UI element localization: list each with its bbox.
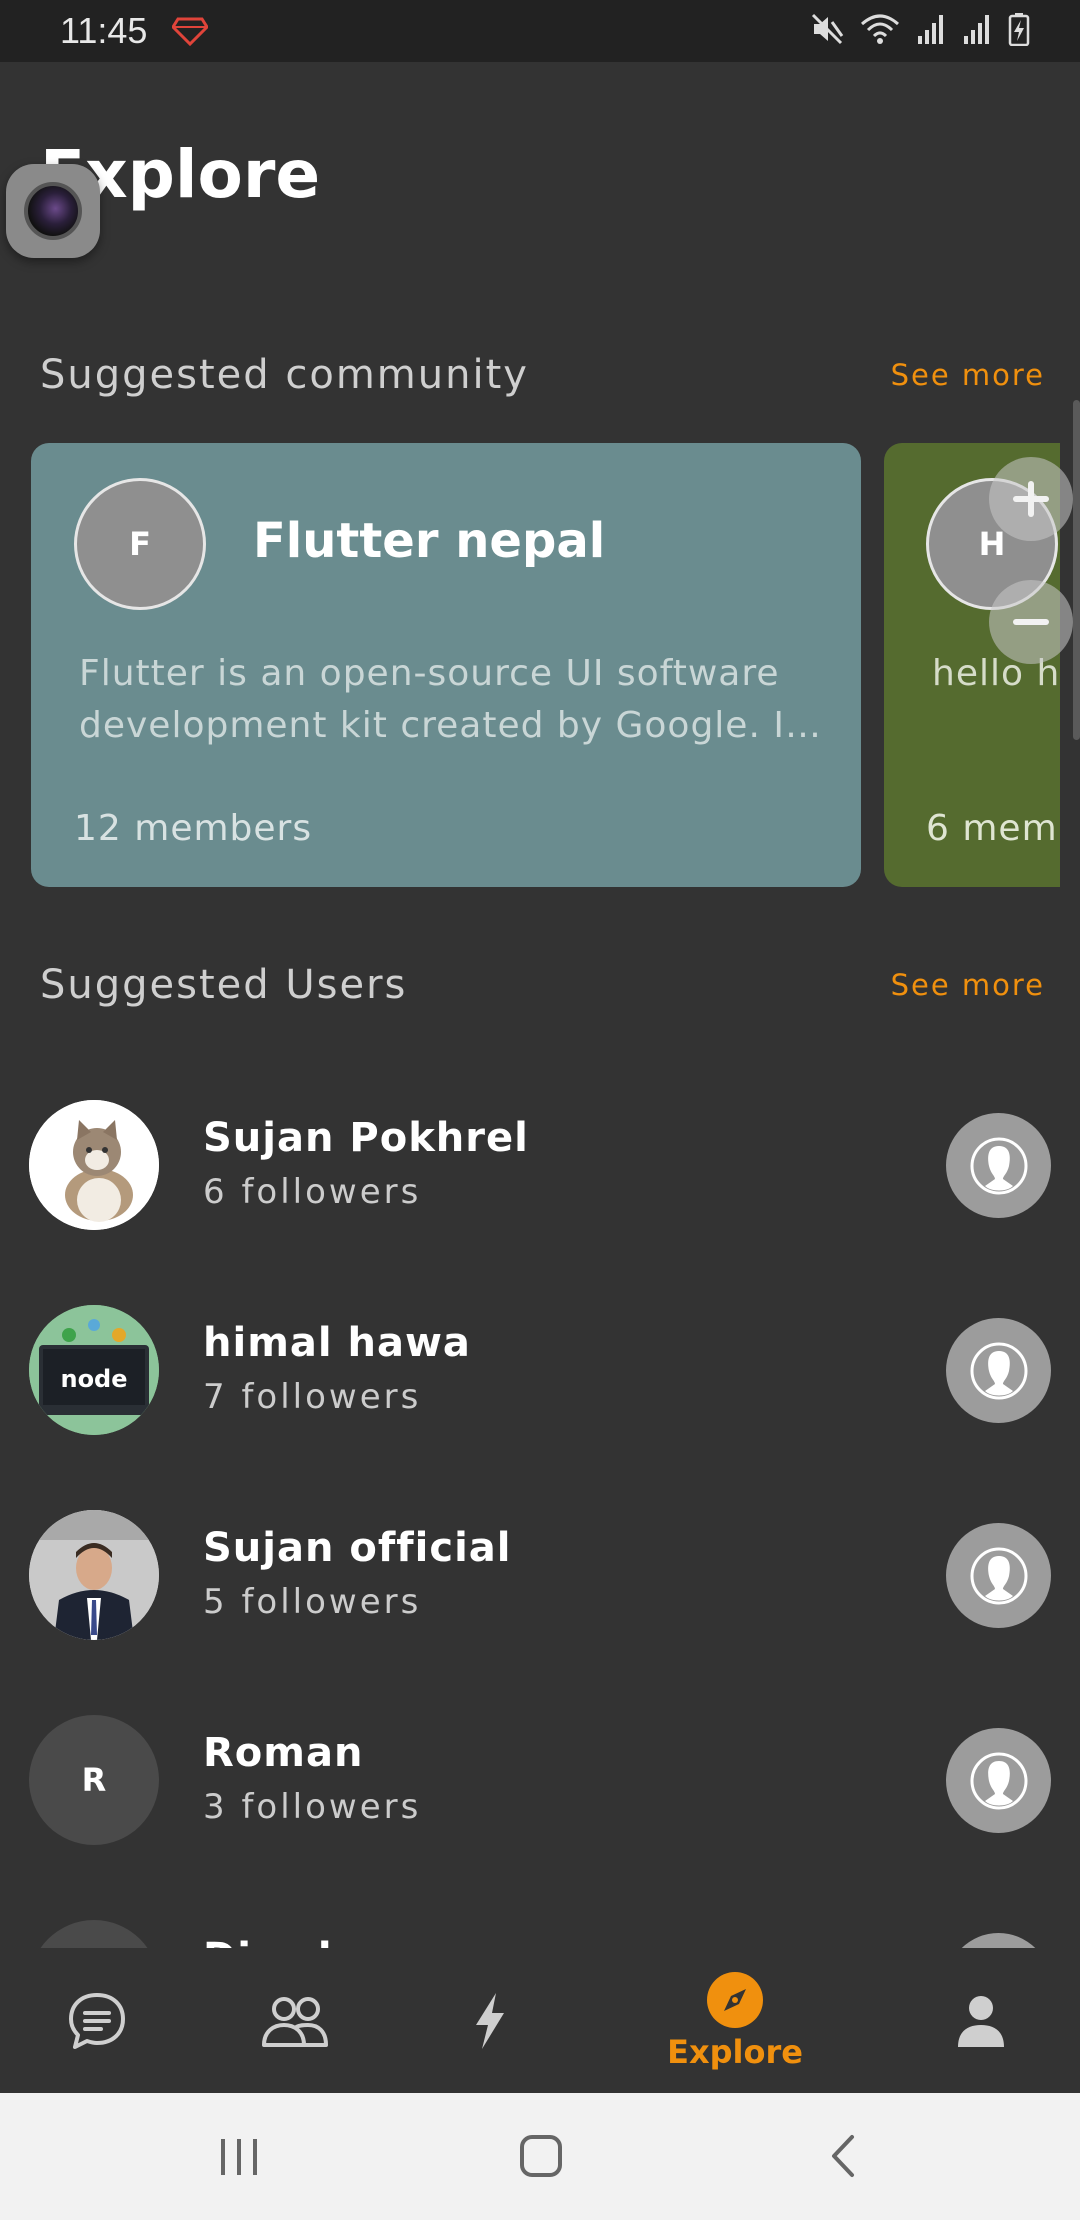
community-avatar: F	[74, 478, 206, 610]
ruby-icon	[172, 17, 208, 46]
user-name: himal hawa	[203, 1320, 471, 1366]
nav-item-communities[interactable]	[250, 1948, 340, 2093]
chat-icon	[69, 1992, 125, 2049]
follow-button[interactable]	[946, 1933, 1051, 1948]
user-name: Sujan official	[203, 1525, 512, 1571]
scroll-indicator[interactable]	[1073, 400, 1080, 740]
user-avatar-initial: R	[29, 1715, 159, 1845]
person-icon	[958, 1995, 1004, 2047]
battery-charging-icon	[1008, 13, 1030, 46]
user-followers: 6 followers	[203, 1172, 422, 1212]
status-icons	[810, 12, 1030, 46]
community-description: Flutter is an open-source UI software de…	[79, 653, 822, 746]
wifi-icon	[861, 14, 899, 44]
person-icon	[970, 1752, 1027, 1809]
system-nav-bar	[0, 2093, 1080, 2220]
user-avatar: node	[29, 1305, 159, 1435]
cat-photo	[29, 1100, 159, 1230]
nav-item-chats[interactable]	[52, 1948, 142, 2093]
compass-icon	[707, 1971, 763, 2028]
community-see-more-link[interactable]: See more	[891, 358, 1045, 392]
user-avatar	[29, 1510, 159, 1640]
user-followers: 3 followers	[203, 1787, 422, 1827]
user-avatar-initial	[29, 1920, 159, 1948]
person-icon	[970, 1547, 1027, 1604]
nav-item-feed[interactable]	[445, 1948, 535, 2093]
camera-icon	[24, 182, 82, 240]
minus-icon	[1013, 619, 1049, 625]
bottom-nav: Explore	[0, 1948, 1080, 2093]
plus-icon-vertical	[1028, 481, 1034, 517]
community-card[interactable]: F Flutter nepal Flutter is an open-sourc…	[31, 443, 861, 887]
user-name: Roman	[203, 1730, 364, 1776]
recent-apps-icon[interactable]	[217, 2135, 261, 2179]
signal-icon	[918, 15, 943, 44]
node-laptop-photo: node	[29, 1305, 159, 1435]
community-section-title: Suggested community	[40, 352, 529, 398]
user-list: Sujan Pokhrel 6 followers node himal haw…	[0, 1060, 1080, 1948]
home-icon[interactable]	[518, 2133, 564, 2179]
zoom-out-button[interactable]	[989, 580, 1073, 664]
community-members: 6 mem	[926, 808, 1058, 849]
users-see-more-link[interactable]: See more	[891, 968, 1045, 1002]
follow-button[interactable]	[946, 1318, 1051, 1423]
person-icon	[970, 1137, 1027, 1194]
nav-item-explore[interactable]: Explore	[655, 1948, 815, 2093]
follow-button[interactable]	[946, 1728, 1051, 1833]
community-members: 12 members	[74, 808, 313, 849]
man-in-suit-photo	[29, 1510, 159, 1640]
status-bar: 11:45	[0, 0, 1080, 62]
user-followers: 7 followers	[203, 1377, 422, 1417]
follow-button[interactable]	[946, 1523, 1051, 1628]
status-time: 11:45	[60, 10, 148, 51]
user-row[interactable]: node himal hawa 7 followers	[0, 1285, 1080, 1490]
back-icon[interactable]	[822, 2133, 866, 2179]
user-followers: 5 followers	[203, 1582, 422, 1622]
camera-bubble[interactable]	[6, 164, 100, 258]
follow-button[interactable]	[946, 1113, 1051, 1218]
community-name: Flutter nepal	[253, 513, 606, 569]
user-name: Diwakar	[203, 1935, 394, 1948]
people-icon	[262, 1996, 328, 2047]
lightning-icon	[476, 1992, 504, 2049]
user-row[interactable]: R Roman 3 followers	[0, 1695, 1080, 1900]
users-section-header: Suggested Users See more	[40, 962, 1045, 1008]
user-row[interactable]: Sujan Pokhrel 6 followers	[0, 1080, 1080, 1285]
nav-label-explore: Explore	[667, 2032, 803, 2071]
user-row[interactable]: Diwakar	[0, 1900, 1080, 1948]
explore-screen: 11:45 Explore Suggested community See mo…	[0, 0, 1080, 2220]
mute-icon	[811, 13, 844, 45]
signal-icon	[964, 15, 989, 44]
zoom-in-button[interactable]	[989, 457, 1073, 541]
nav-item-profile[interactable]	[936, 1948, 1026, 2093]
user-row[interactable]: Sujan official 5 followers	[0, 1490, 1080, 1695]
person-icon	[970, 1342, 1027, 1399]
svg-text:node: node	[60, 1365, 127, 1393]
user-avatar	[29, 1100, 159, 1230]
community-section-header: Suggested community See more	[40, 352, 1045, 398]
users-section-title: Suggested Users	[40, 962, 408, 1008]
user-name: Sujan Pokhrel	[203, 1115, 529, 1161]
